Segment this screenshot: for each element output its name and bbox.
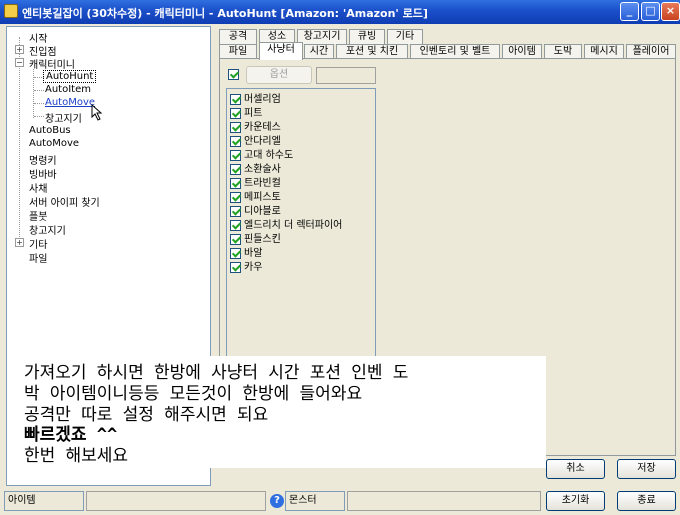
monster-label: 몬스터 bbox=[285, 491, 345, 511]
list-item[interactable]: 핀들스킨 bbox=[230, 230, 281, 245]
save-button[interactable]: 저장 bbox=[617, 459, 676, 479]
reset-button[interactable]: 초기화 bbox=[546, 491, 605, 511]
list-item[interactable]: 바알 bbox=[230, 244, 262, 259]
tree-item[interactable]: 캐릭터미니 bbox=[29, 56, 75, 71]
list-item[interactable]: 고대 하수도 bbox=[230, 146, 293, 161]
list-item[interactable]: 카우 bbox=[230, 258, 262, 273]
help-icon[interactable]: ? bbox=[270, 494, 284, 508]
tab-message[interactable]: 메시지 bbox=[584, 44, 624, 59]
collapse-icon[interactable]: − bbox=[15, 58, 24, 67]
check-icon[interactable] bbox=[230, 135, 241, 147]
list-item[interactable]: 카운테스 bbox=[230, 118, 281, 133]
list-item[interactable]: 안다리엘 bbox=[230, 132, 281, 147]
tab-etc[interactable]: 기타 bbox=[387, 29, 423, 44]
option-button[interactable]: 옵션 bbox=[246, 66, 312, 84]
check-icon[interactable] bbox=[230, 177, 241, 189]
item-label: 아이템 bbox=[4, 491, 84, 511]
check-icon[interactable] bbox=[230, 261, 241, 273]
item-field[interactable] bbox=[86, 491, 266, 511]
tab-gamble[interactable]: 도박 bbox=[544, 44, 582, 59]
tab-item[interactable]: 아이템 bbox=[502, 44, 542, 59]
annotation-line: 한번 해보세요 bbox=[24, 446, 129, 466]
tree-item-hover[interactable]: AutoMove bbox=[45, 97, 95, 108]
select-all-checkbox[interactable] bbox=[228, 69, 239, 80]
tab-potion-chicken[interactable]: 포션 및 치킨 bbox=[336, 44, 408, 59]
minimize-button[interactable]: _ bbox=[620, 2, 639, 21]
list-item[interactable]: 피트 bbox=[230, 104, 262, 119]
tree-item[interactable]: AutoItem bbox=[45, 84, 91, 95]
close-button[interactable]: × bbox=[661, 2, 680, 21]
tree-item[interactable]: 파일 bbox=[29, 250, 47, 265]
tree-item[interactable]: 빙바바 bbox=[29, 166, 57, 181]
tab-stash[interactable]: 창고지기 bbox=[297, 29, 347, 44]
annotation-overlay: 가져오기 하시면 한방에 사냥터 시간 포션 인벤 도 박 아이템이니등등 모든… bbox=[22, 356, 546, 468]
list-item[interactable]: 트라빈컬 bbox=[230, 174, 281, 189]
cancel-button[interactable]: 취소 bbox=[546, 459, 605, 479]
tree-item[interactable]: 창고지기 bbox=[45, 110, 82, 125]
list-item[interactable]: 메피스토 bbox=[230, 188, 281, 203]
list-item[interactable]: 머셀리엄 bbox=[230, 90, 281, 105]
tab-player[interactable]: 플레이어 bbox=[626, 44, 676, 59]
expand-icon[interactable]: + bbox=[15, 45, 24, 54]
check-icon[interactable] bbox=[230, 219, 241, 231]
tree-item[interactable]: AutoBus bbox=[29, 125, 71, 136]
tab-file[interactable]: 파일 bbox=[219, 44, 257, 59]
monster-field[interactable] bbox=[347, 491, 541, 511]
tree-item[interactable]: 명령키 bbox=[29, 152, 57, 167]
tab-inventory-belt[interactable]: 인벤토리 및 벨트 bbox=[410, 44, 500, 59]
maximize-button[interactable]: □ bbox=[641, 2, 660, 21]
check-icon[interactable] bbox=[230, 149, 241, 161]
list-item[interactable]: 디아블로 bbox=[230, 202, 281, 217]
app-icon bbox=[4, 4, 18, 18]
tab-time[interactable]: 시간 bbox=[304, 44, 334, 59]
tree-item[interactable]: 서버 아이피 찾기 bbox=[29, 194, 100, 209]
mouse-pointer-icon bbox=[91, 104, 103, 121]
list-item[interactable]: 엘드리치 더 렉터파이어 bbox=[230, 216, 342, 231]
option-field[interactable] bbox=[316, 67, 376, 84]
check-icon[interactable] bbox=[230, 93, 241, 105]
tree-item-selected[interactable]: AutoHunt bbox=[43, 70, 97, 83]
check-icon[interactable] bbox=[230, 107, 241, 119]
tree-item[interactable]: 사채 bbox=[29, 180, 47, 195]
check-icon[interactable] bbox=[230, 247, 241, 259]
tab-hunting-area[interactable]: 사냥터 bbox=[259, 42, 303, 60]
tree-item[interactable]: 기타 bbox=[29, 236, 47, 251]
check-icon[interactable] bbox=[230, 191, 241, 203]
expand-icon[interactable]: + bbox=[15, 238, 24, 247]
exit-button[interactable]: 종료 bbox=[617, 491, 676, 511]
check-icon[interactable] bbox=[230, 205, 241, 217]
hunting-area-list[interactable]: 머셀리엄 피트 카운테스 안다리엘 고대 하수도 소환술사 트라빈컬 메피스토 … bbox=[226, 88, 376, 370]
check-icon[interactable] bbox=[230, 233, 241, 245]
tree-item[interactable]: 플붓 bbox=[29, 208, 47, 223]
tree-item[interactable]: AutoMove bbox=[29, 138, 79, 149]
check-icon[interactable] bbox=[230, 121, 241, 133]
tree-item[interactable]: 창고지기 bbox=[29, 222, 66, 237]
tab-cubing[interactable]: 큐빙 bbox=[349, 29, 385, 44]
tab-attack[interactable]: 공격 bbox=[219, 29, 257, 44]
window-title: 엔티봇길잡이 (30차수정) - 캐릭터미니 - AutoHunt [Amazo… bbox=[22, 7, 428, 20]
app-window: 엔티봇길잡이 (30차수정) - 캐릭터미니 - AutoHunt [Amazo… bbox=[0, 0, 680, 515]
check-icon[interactable] bbox=[230, 163, 241, 175]
list-item[interactable]: 소환술사 bbox=[230, 160, 281, 175]
title-bar: 엔티봇길잡이 (30차수정) - 캐릭터미니 - AutoHunt [Amazo… bbox=[0, 0, 680, 24]
